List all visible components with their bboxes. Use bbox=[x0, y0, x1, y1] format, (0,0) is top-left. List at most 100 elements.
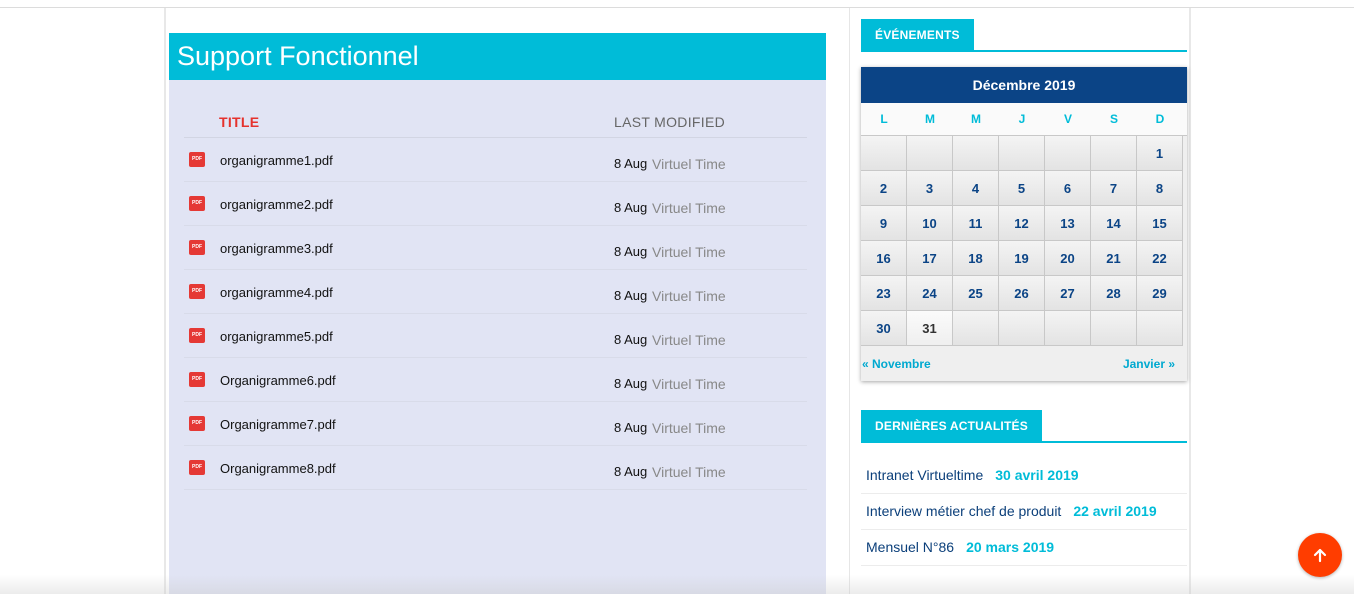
calendar-prev-month-link[interactable]: « Novembre bbox=[862, 357, 931, 371]
news-item: Intranet Virtueltime 30 avril 2019 bbox=[861, 458, 1187, 494]
pdf-icon: PDF bbox=[189, 460, 205, 475]
arrow-up-icon bbox=[1313, 548, 1327, 563]
pdf-icon: PDF bbox=[189, 196, 205, 211]
scroll-to-top-button[interactable] bbox=[1298, 533, 1342, 577]
calendar-day-grid: 1 2 3 4 5 6 7 8 9 10 11 12 13 14 15 16 17 18 19 20 21 22 23 24 2… bbox=[861, 135, 1187, 346]
news-item: Mensuel N°86 20 mars 2019 bbox=[861, 530, 1187, 566]
document-author: Virtuel Time bbox=[652, 420, 726, 436]
table-row: PDF organigramme4.pdf 8 Aug Virtuel Time bbox=[184, 270, 807, 314]
calendar-day[interactable]: 25 bbox=[953, 276, 999, 311]
pdf-icon: PDF bbox=[189, 416, 205, 431]
calendar-day[interactable]: 12 bbox=[999, 206, 1045, 241]
calendar-empty-cell bbox=[907, 136, 953, 171]
page-border-left bbox=[164, 8, 166, 594]
pdf-icon: PDF bbox=[189, 152, 205, 167]
calendar-weekday: L bbox=[880, 112, 888, 126]
news-title-link[interactable]: Interview métier chef de produit bbox=[866, 503, 1061, 519]
column-header-last-modified[interactable]: LAST MODIFIED bbox=[614, 114, 725, 130]
calendar-day[interactable]: 3 bbox=[907, 171, 953, 206]
document-modified-date: 8 Aug bbox=[614, 200, 648, 215]
pdf-icon: PDF bbox=[189, 372, 205, 387]
calendar-weekday-row: LMMJVSD bbox=[861, 103, 1187, 135]
calendar-weekday: D bbox=[1155, 112, 1165, 126]
calendar-day[interactable]: 5 bbox=[999, 171, 1045, 206]
calendar-next-month-link[interactable]: Janvier » bbox=[1123, 357, 1175, 371]
pdf-icon: PDF bbox=[189, 240, 205, 255]
table-row: PDF Organigramme8.pdf 8 Aug Virtuel Time bbox=[184, 446, 807, 490]
calendar-empty-cell bbox=[1137, 311, 1183, 346]
document-modified-date: 8 Aug bbox=[614, 332, 648, 347]
calendar-empty-cell bbox=[1045, 311, 1091, 346]
document-name-link[interactable]: Organigramme8.pdf bbox=[220, 461, 336, 476]
calendar-empty-cell bbox=[1045, 136, 1091, 171]
calendar-day[interactable]: 11 bbox=[953, 206, 999, 241]
document-modified-date: 8 Aug bbox=[614, 288, 648, 303]
calendar-day[interactable]: 15 bbox=[1137, 206, 1183, 241]
table-row: PDF organigramme3.pdf 8 Aug Virtuel Time bbox=[184, 226, 807, 270]
news-title-link[interactable]: Intranet Virtueltime bbox=[866, 467, 983, 483]
calendar-day[interactable]: 13 bbox=[1045, 206, 1091, 241]
table-row: PDF organigramme5.pdf 8 Aug Virtuel Time bbox=[184, 314, 807, 358]
news-title-link[interactable]: Mensuel N°86 bbox=[866, 539, 954, 555]
calendar-day[interactable]: 2 bbox=[861, 171, 907, 206]
document-name-link[interactable]: organigramme4.pdf bbox=[220, 285, 333, 300]
table-row: PDF Organigramme7.pdf 8 Aug Virtuel Time bbox=[184, 402, 807, 446]
document-modified-date: 8 Aug bbox=[614, 376, 648, 391]
calendar-day[interactable]: 22 bbox=[1137, 241, 1183, 276]
calendar-empty-cell bbox=[861, 136, 907, 171]
document-author: Virtuel Time bbox=[652, 332, 726, 348]
calendar-empty-cell bbox=[1091, 136, 1137, 171]
document-modified-date: 8 Aug bbox=[614, 420, 648, 435]
calendar-day[interactable]: 24 bbox=[907, 276, 953, 311]
calendar-day[interactable]: 6 bbox=[1045, 171, 1091, 206]
news-list: Intranet Virtueltime 30 avril 2019 Intervi… bbox=[861, 458, 1187, 566]
calendar-day[interactable]: 9 bbox=[861, 206, 907, 241]
pdf-icon: PDF bbox=[189, 328, 205, 343]
calendar-day[interactable]: 29 bbox=[1137, 276, 1183, 311]
calendar-day[interactable]: 4 bbox=[953, 171, 999, 206]
document-modified-date: 8 Aug bbox=[614, 156, 648, 171]
calendar-day[interactable]: 26 bbox=[999, 276, 1045, 311]
calendar-navigation: « Novembre Janvier » bbox=[861, 346, 1187, 378]
panel-title: Support Fonctionnel bbox=[177, 41, 419, 71]
news-date: 22 avril 2019 bbox=[1073, 503, 1157, 519]
calendar-day[interactable]: 16 bbox=[861, 241, 907, 276]
calendar-month-title: Décembre 2019 bbox=[861, 67, 1187, 103]
document-author: Virtuel Time bbox=[652, 376, 726, 392]
document-library-panel: Support Fonctionnel TITLE LAST MODIFIED … bbox=[169, 33, 826, 594]
document-name-link[interactable]: organigramme3.pdf bbox=[220, 241, 333, 256]
calendar-day[interactable]: 1 bbox=[1137, 136, 1183, 171]
column-header-title[interactable]: TITLE bbox=[219, 114, 259, 130]
calendar-day[interactable]: 27 bbox=[1045, 276, 1091, 311]
document-table: TITLE LAST MODIFIED PDF organigramme1.pdf… bbox=[184, 110, 807, 490]
document-name-link[interactable]: organigramme1.pdf bbox=[220, 153, 333, 168]
calendar-empty-cell bbox=[1091, 311, 1137, 346]
calendar-day[interactable]: 14 bbox=[1091, 206, 1137, 241]
document-name-link[interactable]: organigramme2.pdf bbox=[220, 197, 333, 212]
calendar-day[interactable]: 30 bbox=[861, 311, 907, 346]
calendar-day[interactable]: 21 bbox=[1091, 241, 1137, 276]
news-item: Interview métier chef de produit 22 avril… bbox=[861, 494, 1187, 530]
calendar-weekday: M bbox=[971, 112, 981, 126]
calendar-day[interactable]: 8 bbox=[1137, 171, 1183, 206]
news-date: 30 avril 2019 bbox=[995, 467, 1079, 483]
document-author: Virtuel Time bbox=[652, 200, 726, 216]
table-header: TITLE LAST MODIFIED bbox=[184, 110, 807, 138]
document-rows: PDF organigramme1.pdf 8 Aug Virtuel Time PDF… bbox=[184, 138, 807, 490]
calendar-day[interactable]: 19 bbox=[999, 241, 1045, 276]
table-row: PDF Organigramme6.pdf 8 Aug Virtuel Time bbox=[184, 358, 807, 402]
calendar-day[interactable]: 10 bbox=[907, 206, 953, 241]
calendar-day[interactable]: 28 bbox=[1091, 276, 1137, 311]
table-row: PDF organigramme1.pdf 8 Aug Virtuel Time bbox=[184, 138, 807, 182]
document-name-link[interactable]: Organigramme6.pdf bbox=[220, 373, 336, 388]
calendar-day[interactable]: 20 bbox=[1045, 241, 1091, 276]
document-modified-date: 8 Aug bbox=[614, 464, 648, 479]
calendar-day[interactable]: 23 bbox=[861, 276, 907, 311]
calendar-day[interactable]: 7 bbox=[1091, 171, 1137, 206]
calendar-day[interactable]: 18 bbox=[953, 241, 999, 276]
document-name-link[interactable]: organigramme5.pdf bbox=[220, 329, 333, 344]
calendar-day[interactable]: 17 bbox=[907, 241, 953, 276]
calendar-day[interactable]: 31 bbox=[907, 311, 953, 346]
document-name-link[interactable]: Organigramme7.pdf bbox=[220, 417, 336, 432]
document-author: Virtuel Time bbox=[652, 464, 726, 480]
